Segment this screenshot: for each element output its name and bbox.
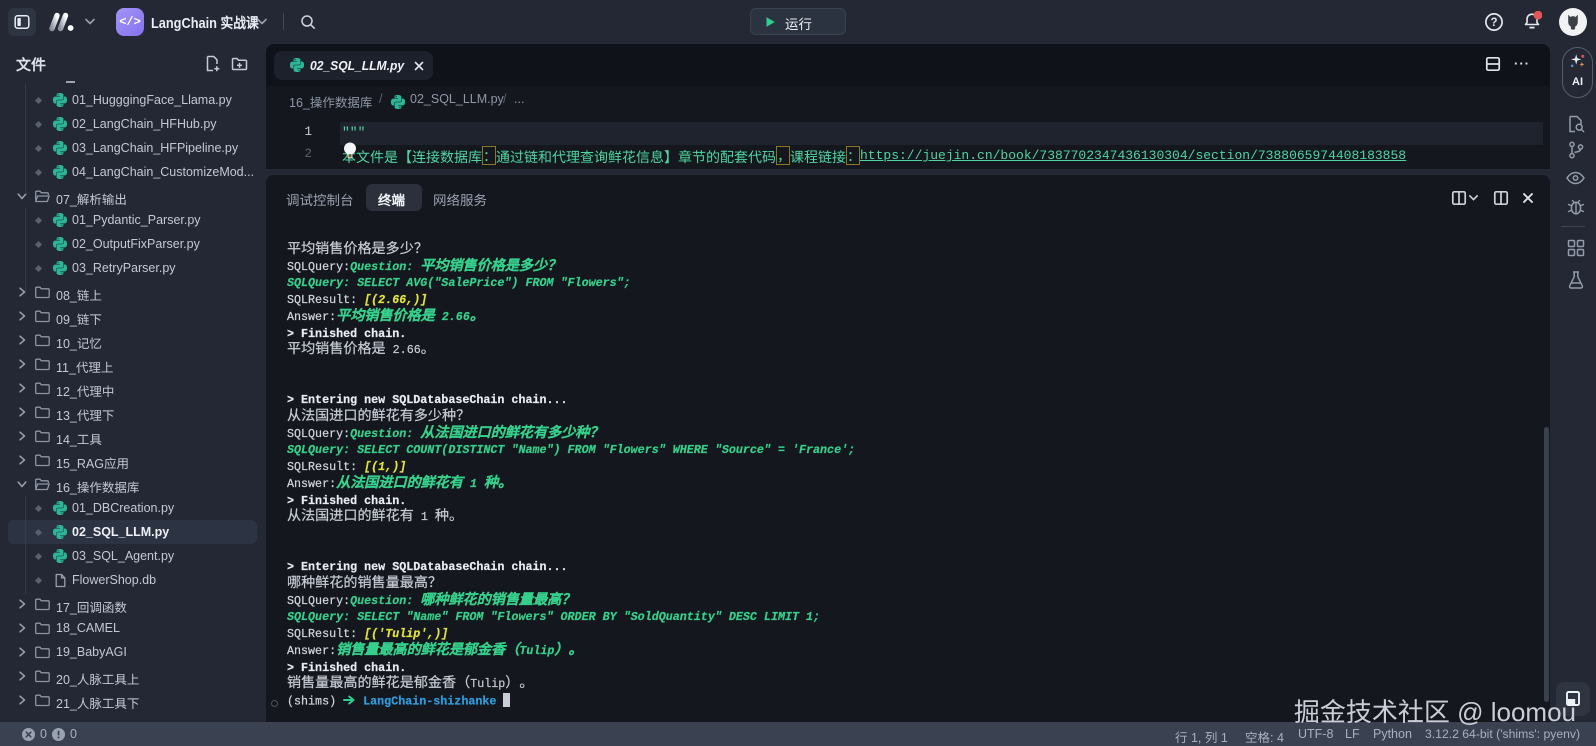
svg-text:?: ? <box>1490 17 1497 29</box>
